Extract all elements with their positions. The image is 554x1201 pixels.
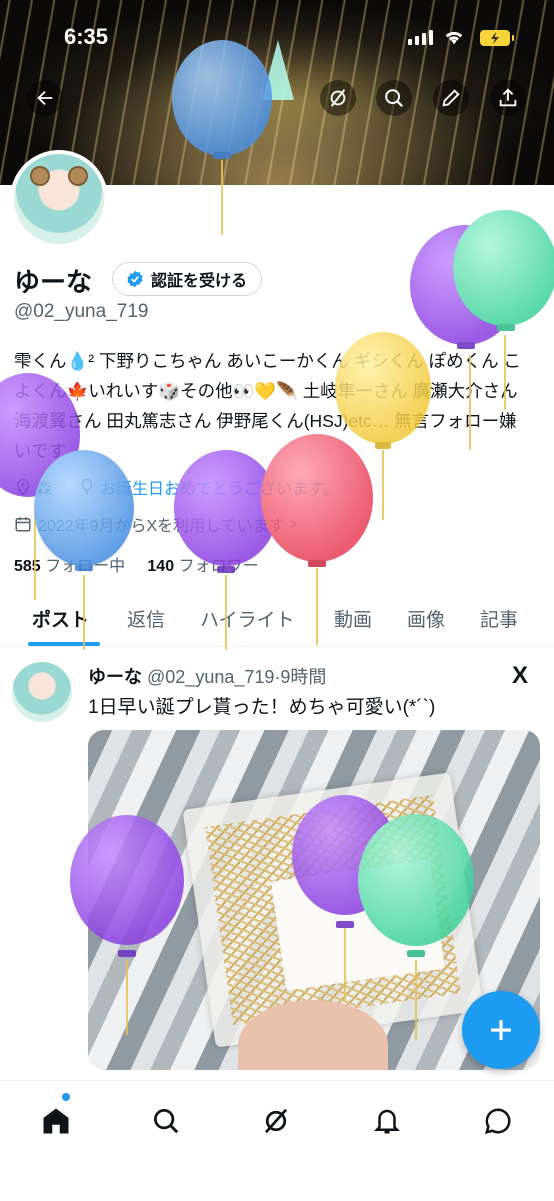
location-text: 森 xyxy=(36,481,53,498)
joined-date: 2022年9月からXを利用しています › xyxy=(14,512,296,536)
followers-label: フォロワー xyxy=(178,558,259,575)
pencil-icon xyxy=(442,89,460,107)
nav-notifications[interactable] xyxy=(369,1103,405,1139)
home-icon xyxy=(43,1108,69,1134)
edit-button[interactable] xyxy=(433,80,469,116)
profile-name: ゆーな xyxy=(14,267,93,297)
location-item: 森 xyxy=(14,475,52,499)
following-count: 585 xyxy=(14,558,41,575)
tab-photos[interactable]: 画像 xyxy=(407,605,445,632)
tab-articles[interactable]: 記事 xyxy=(480,605,518,632)
chevron-right-icon[interactable]: › xyxy=(291,515,296,533)
grok-icon xyxy=(330,89,346,107)
balloon-purple-3 xyxy=(174,450,278,566)
tweet-text: 1日早い誕プレ貰った！めちゃ可愛い(*´`) xyxy=(88,697,436,718)
following-label: フォロー中 xyxy=(45,558,126,575)
wifi-icon xyxy=(445,31,463,45)
follow-counts: 585 フォロー中 140 フォロワー xyxy=(14,552,259,576)
profile-tabs: ポスト 返信 ハイライト 動画 画像 記事 xyxy=(0,590,554,647)
bell-icon xyxy=(373,1109,401,1134)
tweet-time: 9時間 xyxy=(280,667,327,687)
grok-button[interactable] xyxy=(320,80,356,116)
calendar-icon xyxy=(15,517,31,532)
compose-button[interactable] xyxy=(462,991,540,1069)
tab-replies[interactable]: 返信 xyxy=(127,605,165,632)
balloon-blue-2 xyxy=(34,450,134,566)
home-notification-dot xyxy=(62,1093,70,1101)
profile-meta: 森 お誕生日おめでとうございます。 xyxy=(14,475,338,499)
profile-bio: 雫くん💧² 下野りこちゃん あいこーかくん ギシくん ぽめくん こよくん🍁いれい… xyxy=(14,351,521,461)
birthday-text[interactable]: お誕生日おめでとうございます。 xyxy=(100,475,338,499)
tweet-author-handle: @02_yuna_719 xyxy=(147,667,275,687)
tab-videos[interactable]: 動画 xyxy=(334,605,372,632)
location-pin-icon xyxy=(16,478,30,496)
status-bar: 6:35 xyxy=(0,22,554,56)
nav-home[interactable] xyxy=(38,1103,74,1139)
following-link[interactable]: 585 フォロー中 xyxy=(14,558,130,575)
balloon-icon xyxy=(81,478,93,495)
battery-icon xyxy=(480,30,514,46)
share-icon xyxy=(499,88,517,107)
signal-icon xyxy=(408,30,433,45)
avatar-horn-right xyxy=(68,166,88,186)
get-verified-button[interactable]: 認証を受ける xyxy=(112,262,263,296)
tweet-header: ゆーな @02_yuna_719·9時間 xyxy=(88,663,326,689)
grok-icon xyxy=(264,1108,288,1134)
balloon-purple-1 xyxy=(410,225,520,345)
nav-messages[interactable] xyxy=(480,1103,516,1139)
back-arrow-icon xyxy=(37,90,53,106)
nav-grok[interactable] xyxy=(258,1103,294,1139)
tweet-author-name[interactable]: ゆーな xyxy=(88,667,142,687)
profile-handle: @02_yuna_719 xyxy=(14,301,149,322)
plus-icon xyxy=(491,1020,511,1040)
bottom-nav xyxy=(0,1080,554,1201)
joined-text: 2022年9月からXを利用しています xyxy=(38,518,285,535)
search-button[interactable] xyxy=(376,80,412,116)
verified-badge-icon xyxy=(127,270,143,288)
get-verified-label: 認証を受ける xyxy=(151,273,248,290)
profile-avatar[interactable] xyxy=(10,150,108,248)
tab-posts[interactable]: ポスト xyxy=(32,605,89,632)
back-button[interactable] xyxy=(27,80,63,116)
tab-highlights[interactable]: ハイライト xyxy=(200,605,295,632)
tweet-avatar[interactable] xyxy=(12,662,72,722)
photo-card xyxy=(271,859,445,991)
active-tab-indicator xyxy=(28,642,100,646)
search-icon xyxy=(154,1109,179,1134)
message-icon xyxy=(484,1108,511,1135)
search-icon xyxy=(385,89,404,108)
followers-link[interactable]: 140 フォロワー xyxy=(147,558,258,575)
nav-search[interactable] xyxy=(148,1103,184,1139)
x-logo-icon: X xyxy=(512,662,529,689)
status-time: 6:35 xyxy=(64,24,109,49)
share-button[interactable] xyxy=(490,80,526,116)
birthday-item[interactable]: お誕生日おめでとうございます。 xyxy=(78,475,338,499)
balloon-green-1 xyxy=(453,210,554,326)
avatar-horn-left xyxy=(30,166,50,186)
followers-count: 140 xyxy=(147,558,175,575)
